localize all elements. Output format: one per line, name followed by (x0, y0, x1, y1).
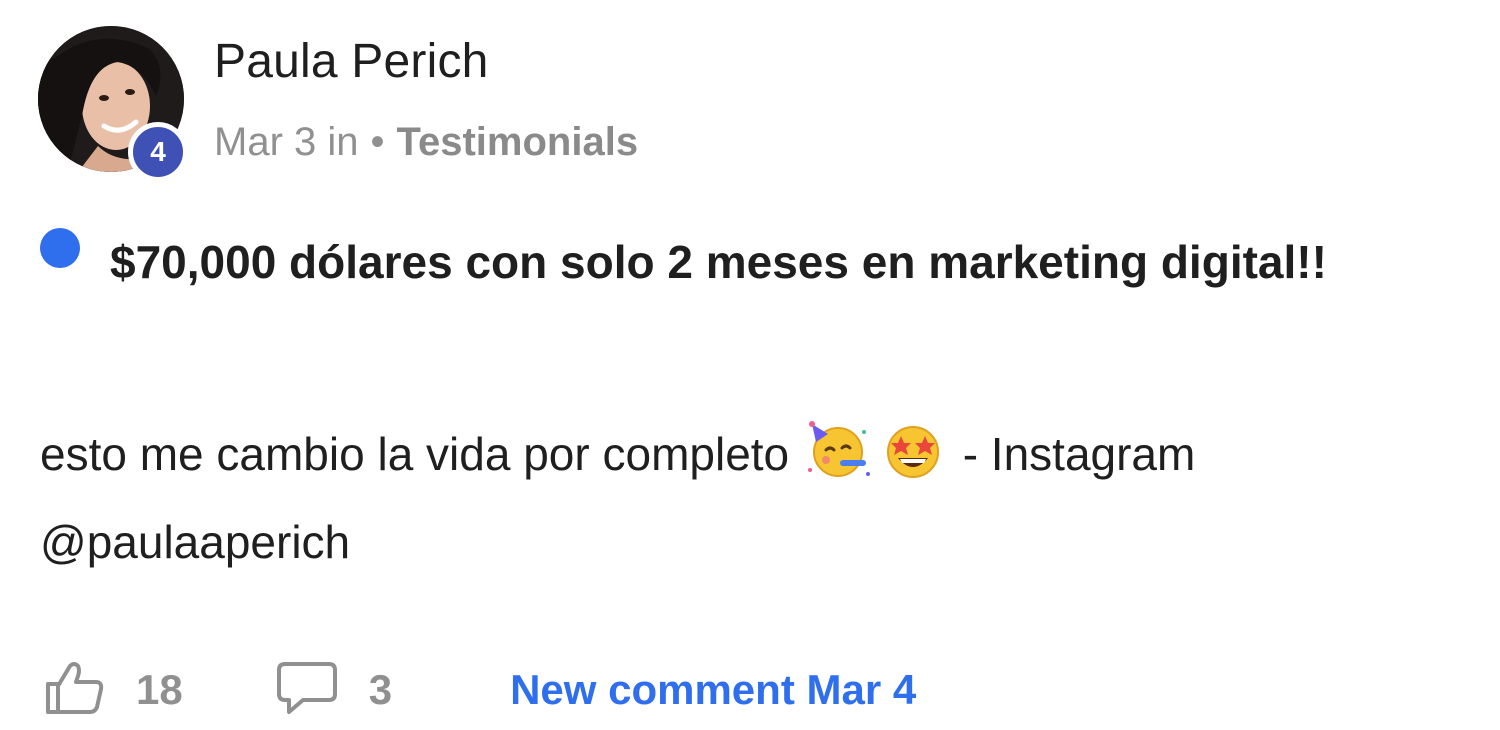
body-text-before: esto me cambio la vida por completo (40, 428, 790, 480)
comment-count: 3 (368, 666, 393, 713)
comment-button[interactable]: 3 (275, 660, 392, 721)
thumbs-up-icon[interactable] (44, 660, 106, 721)
comment-bubble-icon[interactable] (275, 660, 339, 721)
like-count: 18 (136, 666, 183, 713)
new-comment-link[interactable]: New comment Mar 4 (510, 666, 916, 714)
community-post: 4 Paula Perich Mar 3 in • Testimonials $… (0, 0, 1500, 730)
author-name[interactable]: Paula Perich (214, 34, 489, 89)
like-button[interactable]: 18 (44, 660, 183, 721)
level-badge: 4 (128, 122, 188, 182)
star-struck-emoji-icon (878, 420, 948, 480)
post-title[interactable]: $70,000 dólares con solo 2 meses en mark… (40, 218, 1440, 306)
post-body: esto me cambio la vida por completo - In… (40, 410, 1470, 586)
author-avatar-container[interactable]: 4 (38, 26, 188, 182)
post-date: Mar 3 in (214, 120, 359, 164)
post-meta: Mar 3 in • Testimonials (214, 120, 638, 165)
meta-separator: • (370, 120, 385, 164)
post-category-link[interactable]: Testimonials (397, 120, 639, 165)
partying-face-emoji-icon (804, 420, 874, 480)
post-footer: 18 3 New comment Mar 4 (44, 652, 916, 728)
